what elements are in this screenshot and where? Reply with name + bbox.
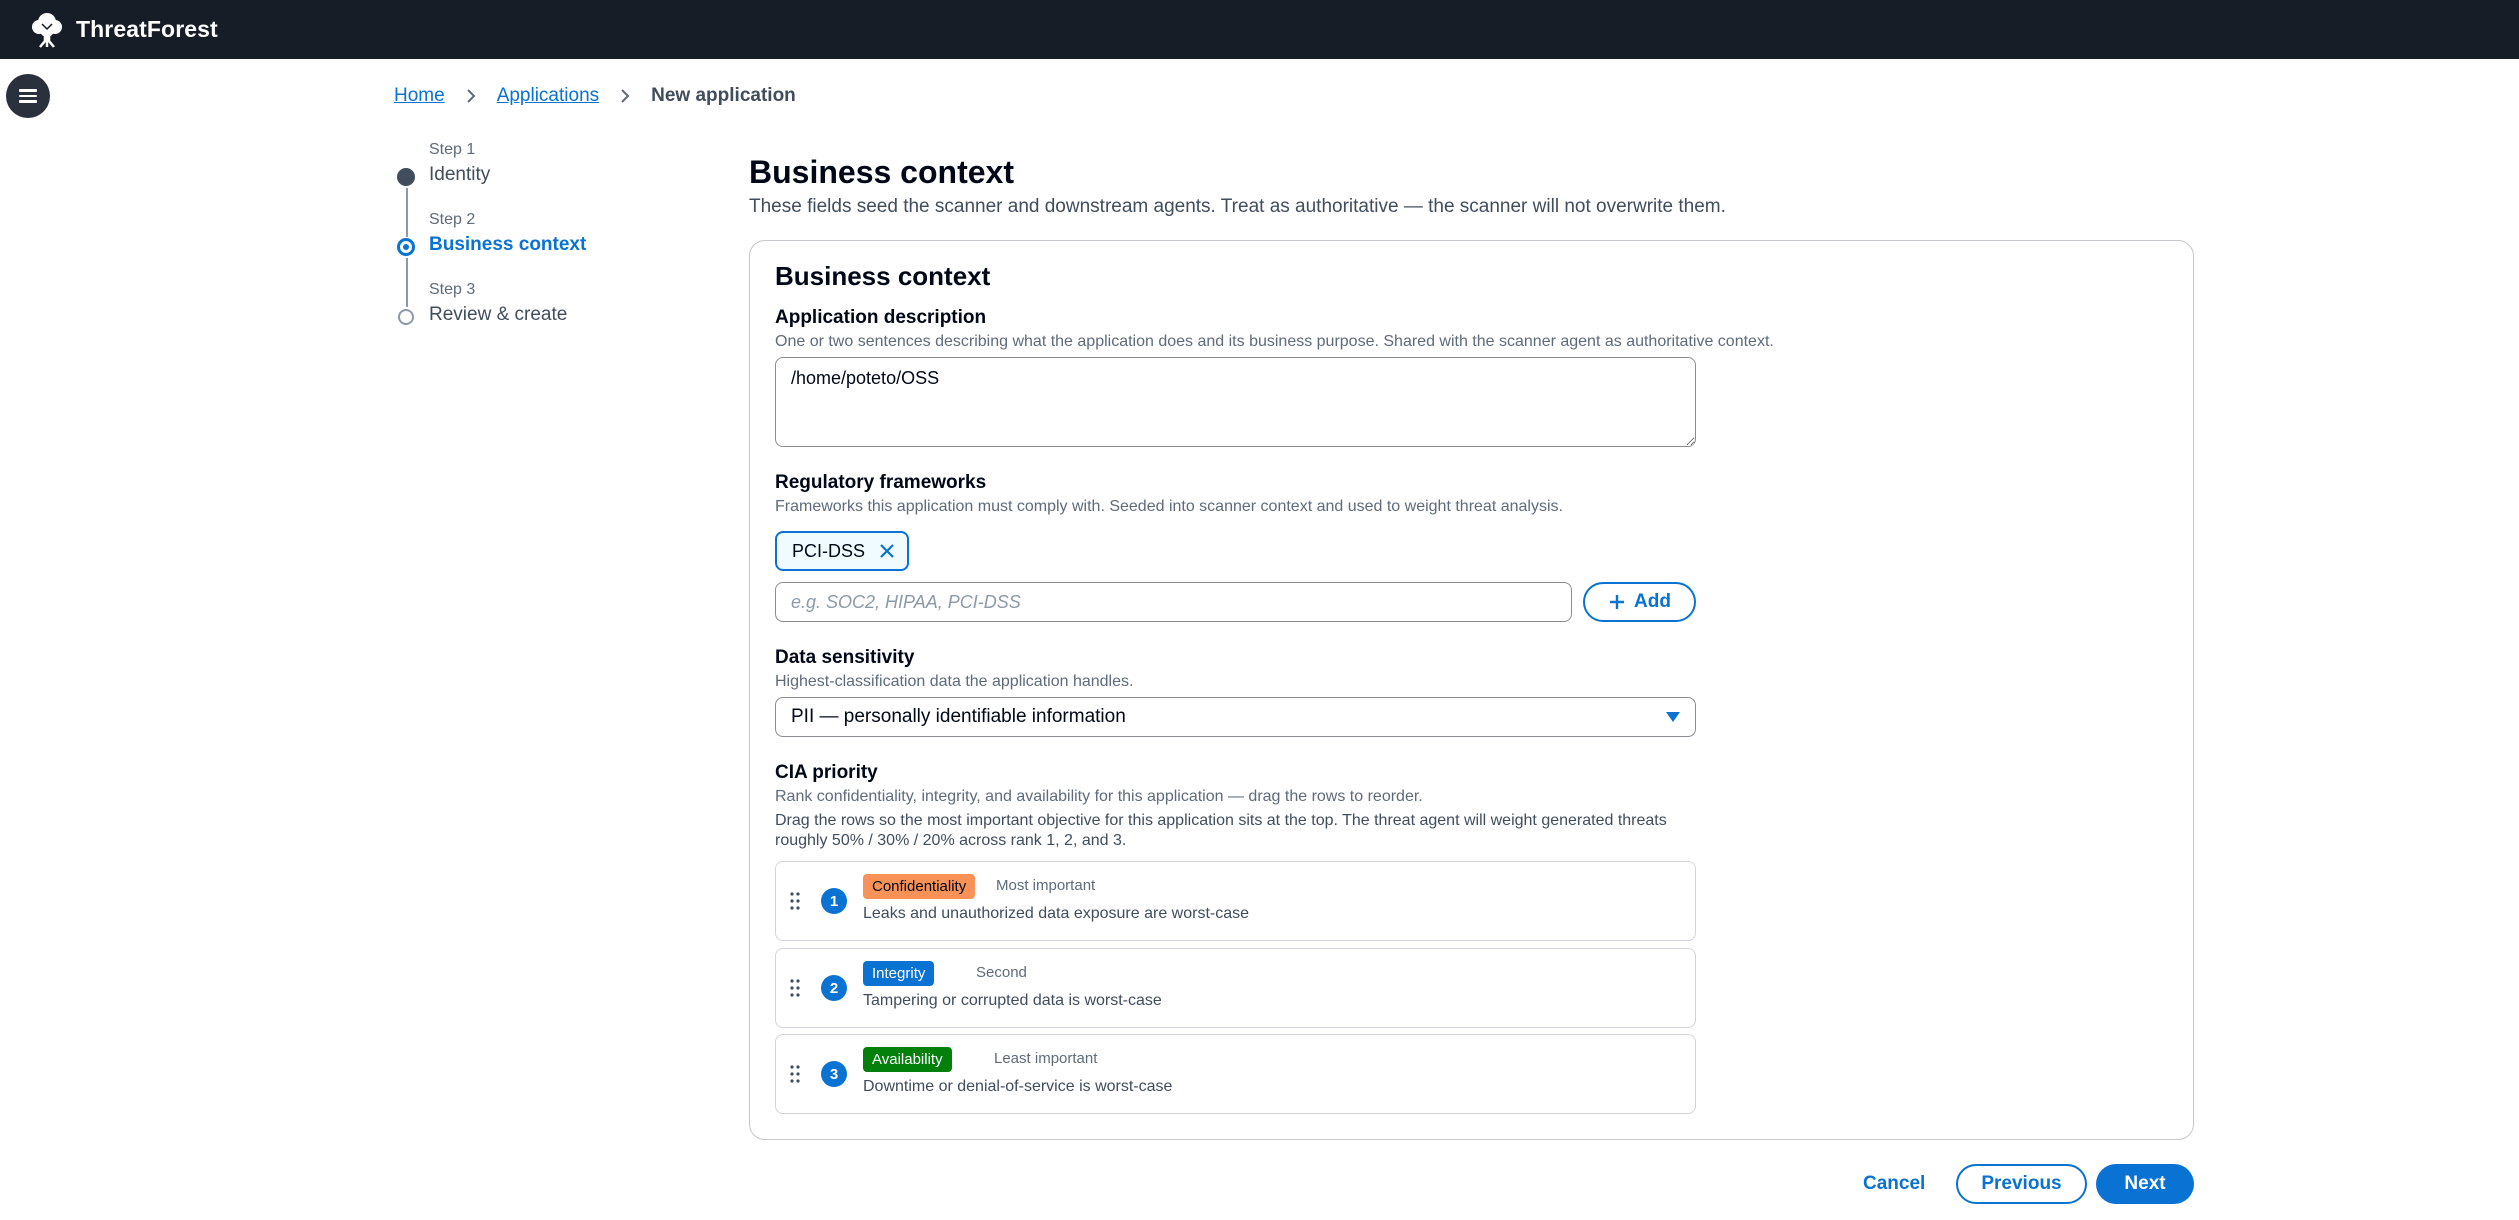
- step-title: Business context: [429, 234, 587, 255]
- container-title: Business context: [775, 261, 991, 291]
- breadcrumb: Home Applications New application: [394, 84, 796, 108]
- importance-label: Least important: [994, 1050, 1098, 1067]
- cia-description: Downtime or denial-of-service is worst-c…: [863, 1078, 1173, 1095]
- application-description-hint: One or two sentences describing what the…: [775, 333, 1774, 350]
- cia-description: Tampering or corrupted data is worst-cas…: [863, 992, 1162, 1009]
- cia-row-availability[interactable]: 3 Availability Least important Downtime …: [775, 1034, 1696, 1114]
- cia-description: Leaks and unauthorized data exposure are…: [863, 905, 1250, 922]
- framework-input[interactable]: [775, 582, 1572, 622]
- drag-handle-icon[interactable]: [790, 979, 800, 997]
- business-context-container: Business context Application description…: [749, 240, 2194, 1140]
- step-title: Identity: [429, 164, 491, 185]
- wizard-step-identity[interactable]: Step 1 Identity: [394, 138, 694, 208]
- step-number: Step 1: [429, 141, 476, 158]
- cia-priority-note: Drag the rows so the most important obje…: [775, 812, 1667, 849]
- framework-token: PCI-DSS: [775, 531, 910, 571]
- brand-name[interactable]: ThreatForest: [76, 16, 218, 43]
- wizard-step-business-context[interactable]: Step 2 Business context: [394, 208, 694, 278]
- hamburger-icon: [19, 89, 37, 103]
- cia-priority-hint: Rank confidentiality, integrity, and ava…: [775, 788, 1423, 805]
- chevron-right-icon: [613, 84, 637, 108]
- cia-row-integrity[interactable]: 2 Integrity Second Tampering or corrupte…: [775, 948, 1696, 1028]
- top-navigation: ThreatForest: [0, 0, 2519, 59]
- wizard-step-review-create: Step 3 Review & create: [394, 278, 694, 348]
- side-navigation-toggle[interactable]: [6, 74, 50, 118]
- rank-badge: 1: [821, 888, 847, 914]
- application-description-textarea[interactable]: /home/poteto/OSS: [775, 357, 1696, 447]
- step-pending-icon: [398, 309, 414, 325]
- importance-label: Most important: [996, 877, 1096, 894]
- breadcrumb-current: New application: [651, 85, 796, 106]
- tree-icon: [32, 12, 62, 48]
- regulatory-frameworks-hint: Frameworks this application must comply …: [775, 498, 1563, 515]
- step-number: Step 2: [429, 211, 476, 228]
- chevron-right-icon: [459, 84, 483, 108]
- cancel-button[interactable]: Cancel: [1849, 1164, 1939, 1204]
- step-number: Step 3: [429, 281, 476, 298]
- integrity-badge: Integrity: [863, 961, 935, 986]
- caret-down-icon: [1666, 712, 1680, 722]
- regulatory-frameworks-label: Regulatory frameworks: [775, 472, 987, 493]
- add-framework-button[interactable]: Add: [1583, 582, 1696, 622]
- drag-handle-icon[interactable]: [790, 892, 800, 910]
- step-complete-icon: [397, 168, 415, 186]
- data-sensitivity-label: Data sensitivity: [775, 647, 915, 668]
- wizard-steps: Step 1 Identity Step 2 Business context …: [394, 138, 694, 348]
- cia-priority-label: CIA priority: [775, 762, 878, 783]
- rank-badge: 2: [821, 975, 847, 1001]
- data-sensitivity-hint: Highest-classification data the applicat…: [775, 673, 1134, 690]
- breadcrumb-home[interactable]: Home: [394, 85, 445, 107]
- next-button[interactable]: Next: [2096, 1164, 2194, 1204]
- drag-handle-icon[interactable]: [790, 1065, 800, 1083]
- confidentiality-badge: Confidentiality: [863, 874, 976, 899]
- step-title: Review & create: [429, 304, 568, 325]
- rank-badge: 3: [821, 1061, 847, 1087]
- page-description: These fields seed the scanner and downst…: [749, 196, 1726, 217]
- step-current-icon: [397, 238, 415, 256]
- cia-row-confidentiality[interactable]: 1 Confidentiality Most important Leaks a…: [775, 861, 1696, 941]
- dismiss-token-icon[interactable]: [877, 541, 897, 561]
- breadcrumb-applications[interactable]: Applications: [497, 85, 599, 107]
- plus-icon: [1608, 593, 1626, 611]
- previous-button[interactable]: Previous: [1956, 1164, 2087, 1204]
- application-description-label: Application description: [775, 307, 987, 328]
- data-sensitivity-select[interactable]: PII — personally identifiable informatio…: [775, 697, 1696, 737]
- availability-badge: Availability: [863, 1047, 952, 1072]
- token-label: PCI-DSS: [792, 540, 866, 561]
- selected-option: PII — personally identifiable informatio…: [791, 706, 1126, 727]
- importance-label: Second: [976, 964, 1027, 981]
- add-button-label: Add: [1634, 591, 1671, 612]
- page-title: Business context: [749, 154, 1014, 190]
